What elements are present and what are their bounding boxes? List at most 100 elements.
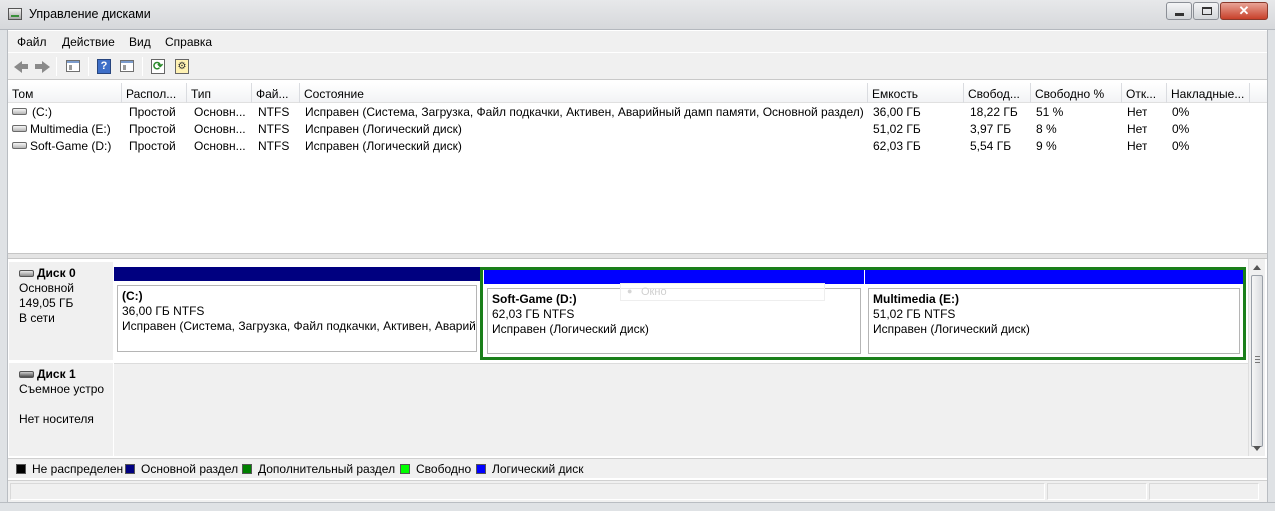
disk-management-app-icon[interactable] — [8, 8, 22, 20]
table-row[interactable]: (C:) Простой Основн... NTFS Исправен (Си… — [8, 103, 1267, 120]
scroll-up-icon[interactable] — [1253, 265, 1261, 270]
legend-label: Логический диск — [492, 462, 584, 476]
scrollbar-thumb[interactable] — [1251, 275, 1263, 447]
column-header-layout[interactable]: Распол... — [122, 83, 187, 103]
refresh-button[interactable]: ⟳ — [148, 57, 168, 76]
legend-swatch — [400, 464, 410, 474]
cell-fault-tolerance: Нет — [1127, 105, 1148, 119]
column-header-fault-tolerance[interactable]: Отк... — [1122, 83, 1167, 103]
cell-volume: Multimedia (E:) — [30, 122, 111, 136]
disk-1-info[interactable]: Диск 1 Съемное устро Нет носителя — [9, 363, 113, 456]
cell-type: Основн... — [194, 139, 246, 153]
cell-overhead: 0% — [1172, 122, 1190, 136]
close-icon: ✕ — [1238, 3, 1250, 18]
hard-disk-icon — [19, 270, 34, 277]
toolbar-separator — [142, 57, 143, 76]
legend-label: Основной раздел — [141, 462, 239, 476]
cell-filesystem: NTFS — [258, 105, 290, 119]
cell-status: Исправен (Система, Загрузка, Файл подкач… — [305, 105, 864, 119]
minimize-button[interactable] — [1166, 2, 1192, 20]
column-header-free-space[interactable]: Свобод... — [964, 83, 1031, 103]
cell-capacity: 36,00 ГБ — [873, 105, 921, 119]
cell-layout: Простой — [129, 105, 176, 119]
partition-e-bar — [865, 270, 1243, 284]
partition-c-bar — [114, 267, 480, 281]
scroll-down-icon[interactable] — [1253, 446, 1261, 451]
cell-filesystem: NTFS — [258, 122, 290, 136]
help-button[interactable]: ? — [94, 57, 114, 76]
column-header-capacity[interactable]: Емкость — [868, 83, 964, 103]
disk-0-name: Диск 0 — [37, 266, 76, 280]
column-header-free-percent[interactable]: Свободно % — [1031, 83, 1122, 103]
maximize-button[interactable] — [1193, 2, 1219, 20]
status-pane — [1047, 483, 1147, 500]
legend-label: Не распределен — [32, 462, 124, 476]
drive-icon — [12, 108, 27, 115]
properties-button[interactable]: ⚙ — [172, 57, 192, 76]
close-button[interactable]: ✕ — [1220, 2, 1268, 20]
table-row[interactable]: Soft-Game (D:) Простой Основн... NTFS Ис… — [8, 137, 1267, 154]
partition-e[interactable]: Multimedia (E:) 51,02 ГБ NTFS Исправен (… — [865, 270, 1243, 357]
action-pane-button[interactable] — [117, 57, 137, 76]
legend: Не распределен Основной раздел Дополните… — [8, 458, 1267, 478]
cell-overhead: 0% — [1172, 139, 1190, 153]
table-row[interactable]: Multimedia (E:) Простой Основн... NTFS И… — [8, 120, 1267, 137]
cell-capacity: 62,03 ГБ — [873, 139, 921, 153]
cell-free-percent: 8 % — [1036, 122, 1057, 136]
disk-graph-pane[interactable]: Диск 0 Основной 149,05 ГБ В сети (C:) 36… — [8, 259, 1267, 456]
menu-view[interactable]: Вид — [129, 35, 151, 49]
disk-0-size: 149,05 ГБ — [19, 296, 74, 310]
cell-free-percent: 9 % — [1036, 139, 1057, 153]
window-frame-right — [1267, 30, 1275, 511]
title-bar[interactable]: Управление дисками ✕ — [0, 0, 1275, 30]
disk-1-media: Нет носителя — [19, 412, 94, 426]
cell-filesystem: NTFS — [258, 139, 290, 153]
window-frame-bottom — [0, 502, 1275, 511]
disk-1-spacer — [19, 397, 113, 412]
menu-action[interactable]: Действие — [62, 35, 115, 49]
column-header-filesystem[interactable]: Фай... — [252, 83, 300, 103]
legend-label: Свободно — [416, 462, 472, 476]
forward-button[interactable] — [32, 57, 52, 76]
cell-fault-tolerance: Нет — [1127, 122, 1148, 136]
vertical-scrollbar[interactable] — [1248, 259, 1265, 456]
column-header-overhead[interactable]: Накладные... — [1167, 83, 1250, 103]
partition-c-status: Исправен (Система, Загрузка, Файл подкач… — [122, 319, 476, 333]
drive-icon — [12, 125, 27, 132]
cell-volume: (C:) — [32, 105, 52, 119]
disk-0-title: Диск 0 — [19, 266, 113, 281]
partition-d-bar — [484, 270, 864, 284]
partition-c[interactable]: (C:) 36,00 ГБ NTFS Исправен (Система, За… — [114, 267, 480, 355]
cell-status: Исправен (Логический диск) — [305, 139, 462, 153]
partition-e-size: 51,02 ГБ NTFS — [873, 307, 956, 321]
disk-0-info[interactable]: Диск 0 Основной 149,05 ГБ В сети — [9, 262, 113, 360]
legend-label: Дополнительный раздел — [258, 462, 396, 476]
cell-layout: Простой — [129, 139, 176, 153]
toolbar: ? ⟳ ⚙ — [8, 53, 1267, 80]
faded-tooltip: Окно — [620, 283, 825, 301]
cell-free-space: 18,22 ГБ — [970, 105, 1018, 119]
partition-e-body: Multimedia (E:) 51,02 ГБ NTFS Исправен (… — [868, 288, 1240, 354]
back-button[interactable] — [11, 57, 31, 76]
disk-1-empty-area — [114, 363, 1248, 456]
menu-help[interactable]: Справка — [165, 35, 212, 49]
cell-layout: Простой — [129, 122, 176, 136]
partition-e-name: Multimedia (E:) — [873, 292, 959, 306]
column-header-status[interactable]: Состояние — [300, 83, 868, 103]
volume-list[interactable]: Том Распол... Тип Фай... Состояние Емкос… — [8, 81, 1267, 253]
toolbar-separator — [56, 57, 57, 76]
column-header-type[interactable]: Тип — [187, 83, 252, 103]
action-pane-icon — [120, 60, 134, 72]
legend-swatch — [16, 464, 26, 474]
column-header-volume[interactable]: Том — [8, 83, 122, 103]
volume-list-header: Том Распол... Тип Фай... Состояние Емкос… — [8, 83, 1267, 103]
menu-file[interactable]: Файл — [17, 35, 47, 49]
removable-disk-icon — [19, 371, 34, 378]
legend-swatch — [242, 464, 252, 474]
partition-e-status: Исправен (Логический диск) — [873, 322, 1030, 336]
console-tree-button[interactable] — [63, 57, 83, 76]
cell-type: Основн... — [194, 105, 246, 119]
drive-icon — [12, 142, 27, 149]
cell-free-space: 5,54 ГБ — [970, 139, 1012, 153]
status-pane — [1149, 483, 1259, 500]
